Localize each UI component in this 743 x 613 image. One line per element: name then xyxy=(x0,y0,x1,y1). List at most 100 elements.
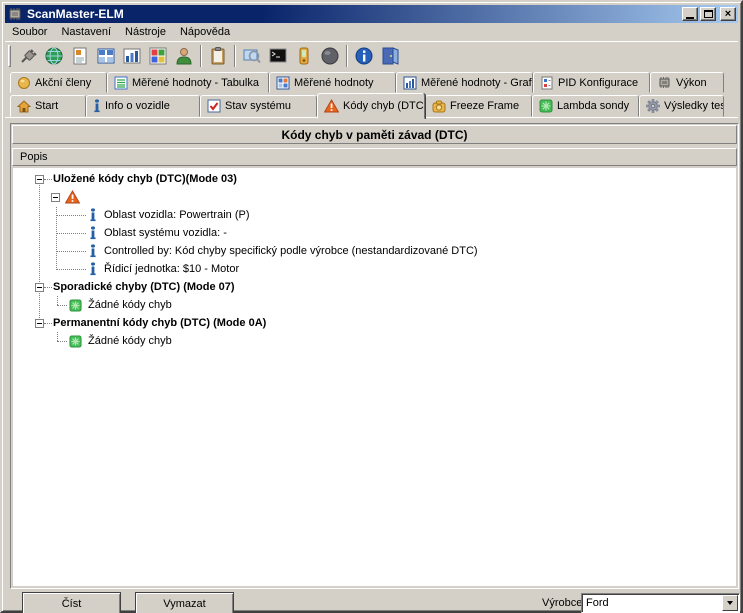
warning-triangle-icon xyxy=(65,190,80,204)
table-icon xyxy=(276,76,290,90)
minimize-button[interactable] xyxy=(682,7,698,21)
tab-label: Akční členy xyxy=(35,77,91,89)
tree-node-stored-codes[interactable]: Uložené kódy chyb (DTC)(Mode 03) xyxy=(13,170,736,188)
tab-merene-hodnoty-graf[interactable]: Měřené hodnoty - Graf xyxy=(396,72,533,93)
search-screen-icon xyxy=(242,46,262,66)
read-button[interactable]: Číst xyxy=(22,592,121,613)
chip-app-icon xyxy=(7,7,23,21)
tree-node-no-codes[interactable]: Žádné kódy chyb xyxy=(13,332,736,350)
tree-node-label: Oblast vozidla: Powertrain (P) xyxy=(104,209,250,221)
dropdown-button[interactable] xyxy=(722,595,738,611)
tree-node-detail[interactable]: Oblast vozidla: Powertrain (P) xyxy=(13,206,736,224)
tab-label: Výsledky testu xyxy=(664,100,724,112)
tree-node-sporadic-codes[interactable]: Sporadické chyby (DTC) (Mode 07) xyxy=(13,278,736,296)
tab-label: Kódy chyb (DTC) xyxy=(343,100,425,112)
tab-label: Info o vozidle xyxy=(105,100,170,112)
dashboard-icon xyxy=(148,46,168,66)
connect-button[interactable] xyxy=(15,43,41,69)
collapse-box-icon[interactable] xyxy=(35,175,44,184)
user-button[interactable] xyxy=(171,43,197,69)
tree-node-detail[interactable]: Řídicí jednotka: $10 - Motor xyxy=(13,260,736,278)
toolbar xyxy=(5,41,738,70)
tab-pid-konfigurace[interactable]: PID Konfigurace xyxy=(533,72,650,93)
terminal-icon xyxy=(268,46,288,66)
clipboard-button[interactable] xyxy=(205,43,231,69)
exit-button[interactable] xyxy=(377,43,403,69)
manufacturer-select[interactable]: Ford xyxy=(581,593,740,613)
tab-vysledky-testu[interactable]: Výsledky testu xyxy=(639,95,724,117)
gauge-icon xyxy=(320,46,340,66)
tree-node-label: Žádné kódy chyb xyxy=(88,299,172,311)
home-icon xyxy=(17,100,31,113)
column-header-popis[interactable]: Popis xyxy=(12,148,737,166)
gear-icon xyxy=(646,99,660,113)
gauge-button[interactable] xyxy=(317,43,343,69)
report-button[interactable] xyxy=(67,43,93,69)
tab-kody-chyb-dtc[interactable]: Kódy chyb (DTC) xyxy=(317,93,425,119)
values-graph-button[interactable] xyxy=(119,43,145,69)
info-icon xyxy=(354,46,374,66)
menu-soubor[interactable]: Soubor xyxy=(5,24,54,40)
tab-stav-systemu[interactable]: Stav systému xyxy=(200,95,317,117)
toolbar-separator xyxy=(234,45,236,67)
tab-vykon[interactable]: Výkon xyxy=(650,72,724,93)
manufacturer-value: Ford xyxy=(586,597,721,609)
tree-node-no-codes[interactable]: Žádné kódy chyb xyxy=(13,296,736,314)
chip-icon xyxy=(657,76,672,89)
panel-title: Kódy chyb v paměti závad (DTC) xyxy=(12,125,737,144)
bar-chart-icon xyxy=(403,76,417,90)
tab-label: Měřené hodnoty - Graf xyxy=(421,77,532,89)
toolbar-grip[interactable] xyxy=(8,45,11,67)
maximize-button[interactable] xyxy=(700,7,716,21)
search-screen-button[interactable] xyxy=(239,43,265,69)
close-button[interactable]: × xyxy=(720,7,736,21)
tab-lambda-sondy[interactable]: Lambda sondy xyxy=(532,95,639,117)
tab-label: Freeze Frame xyxy=(450,100,519,112)
tab-freeze-frame[interactable]: Freeze Frame xyxy=(425,95,532,117)
warning-triangle-icon xyxy=(324,99,339,113)
collapse-box-icon[interactable] xyxy=(35,319,44,328)
tab-label: Start xyxy=(35,100,58,112)
dtc-tree: Uložené kódy chyb (DTC)(Mode 03) P1518 -… xyxy=(13,168,736,586)
table-icon xyxy=(96,46,116,66)
info-i-icon xyxy=(93,99,101,113)
exit-icon xyxy=(380,46,400,66)
clear-button[interactable]: Vymazat xyxy=(135,592,234,613)
toolbar-separator xyxy=(346,45,348,67)
info-button[interactable] xyxy=(351,43,377,69)
tab-label: Lambda sondy xyxy=(557,100,629,112)
tree-node-detail[interactable]: Oblast systému vozidla: - xyxy=(13,224,736,242)
tab-strip-row2: Start Info o vozidle Stav systému Kódy xyxy=(10,93,737,117)
menu-napoveda[interactable]: Nápověda xyxy=(173,24,237,40)
collapse-box-icon[interactable] xyxy=(35,283,44,292)
collapse-box-icon[interactable] xyxy=(51,193,60,202)
tab-start[interactable]: Start xyxy=(10,95,86,117)
info-i-icon xyxy=(89,208,97,222)
no-codes-ok-icon xyxy=(69,335,82,348)
dashboard-button[interactable] xyxy=(145,43,171,69)
maximize-icon xyxy=(704,10,713,18)
tree-node-label: P1518 - Intake Manifold Runner Control S… xyxy=(86,191,466,203)
menu-bar: Soubor Nastavení Nástroje Nápověda xyxy=(5,23,738,41)
tab-akcni-cleny[interactable]: Akční členy xyxy=(10,72,107,93)
menu-nastroje[interactable]: Nástroje xyxy=(118,24,173,40)
web-button[interactable] xyxy=(41,43,67,69)
device-button[interactable] xyxy=(291,43,317,69)
scanmaster-window: ScanMaster-ELM × Soubor Nastavení Nástro… xyxy=(0,0,743,613)
menu-nastaveni[interactable]: Nastavení xyxy=(54,24,118,40)
tab-label: Měřené hodnoty - Tabulka xyxy=(132,77,259,89)
read-button-label: Číst xyxy=(62,598,82,613)
graph-icon xyxy=(122,46,142,66)
window-title: ScanMaster-ELM xyxy=(27,7,124,21)
toolbar-separator xyxy=(200,45,202,67)
values-table-button[interactable] xyxy=(93,43,119,69)
tree-node-p1518[interactable]: P1518 - Intake Manifold Runner Control S… xyxy=(13,188,736,206)
tree-node-permanent-codes[interactable]: Permanentní kódy chyb (DTC) (Mode 0A) xyxy=(13,314,736,332)
terminal-button[interactable] xyxy=(265,43,291,69)
close-icon: × xyxy=(725,9,731,20)
tab-info-o-vozidle[interactable]: Info o vozidle xyxy=(86,95,200,117)
tree-node-detail[interactable]: Controlled by: Kód chyby specifický podl… xyxy=(13,242,736,260)
tab-label: Stav systému xyxy=(225,100,291,112)
tab-merene-hodnoty-tabulka[interactable]: Měřené hodnoty - Tabulka xyxy=(107,72,269,93)
tab-merene-hodnoty[interactable]: Měřené hodnoty xyxy=(269,72,396,93)
